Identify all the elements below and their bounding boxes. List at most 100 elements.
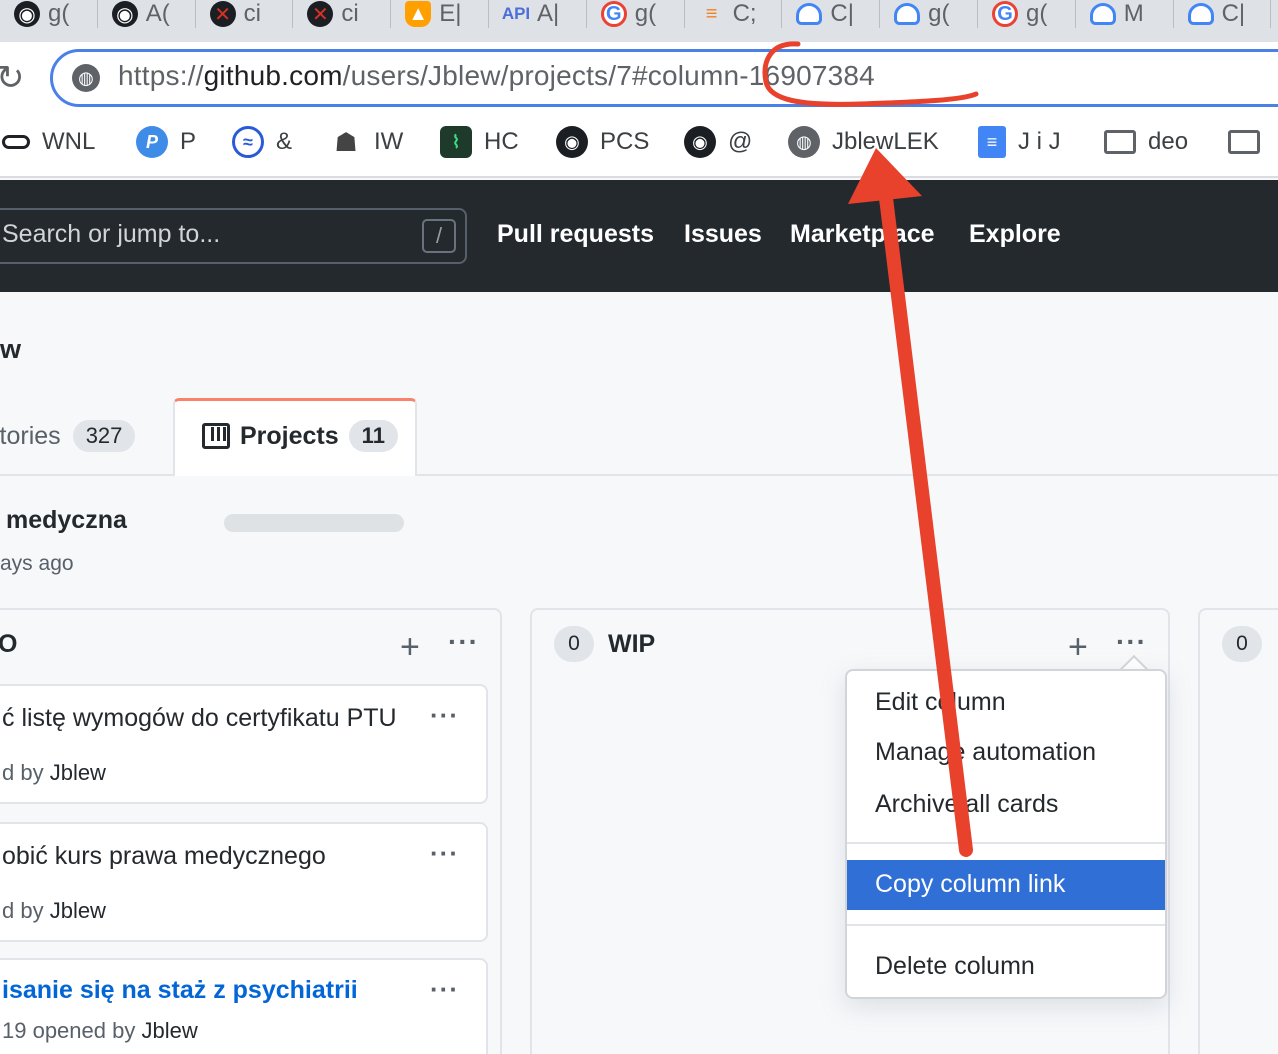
- profile-owner-name: w: [0, 334, 22, 364]
- menu-item-manage-automation[interactable]: Manage automation: [875, 738, 1096, 767]
- browser-tab[interactable]: ◉ g(: [0, 0, 98, 28]
- tab-label: Projects: [240, 421, 339, 450]
- browser-tab[interactable]: Gg(: [587, 0, 685, 28]
- add-card-button[interactable]: +: [400, 630, 420, 664]
- card-author[interactable]: Jblew: [141, 1018, 197, 1043]
- bookmark-label: HC: [484, 128, 519, 155]
- bookmark-label: deo: [1148, 128, 1189, 155]
- menu-item-copy-column-link[interactable]: Copy column link: [875, 870, 1065, 899]
- bookmark[interactable]: deo: [1104, 124, 1188, 160]
- bookmark[interactable]: ◉ @: [684, 124, 752, 160]
- project-board-icon: [202, 423, 230, 449]
- bookmark[interactable]: ☗ IW: [330, 124, 403, 160]
- site-info-icon[interactable]: ◍: [72, 64, 100, 92]
- reload-icon[interactable]: ↻: [0, 58, 25, 98]
- nav-marketplace[interactable]: Marketplace: [790, 220, 935, 249]
- project-progress-bar: [224, 514, 404, 532]
- card-meta-prefix: d by: [2, 760, 50, 785]
- github-error-icon: ✕: [209, 1, 236, 27]
- folder-icon: [1104, 130, 1136, 154]
- project-card[interactable]: obić kurs prawa medycznego ··· d by Jble…: [0, 822, 488, 942]
- bookmark-label: WNL: [42, 128, 96, 155]
- card-meta-prefix: 19 opened by: [2, 1018, 142, 1043]
- bookmark-label: J i J: [1018, 128, 1061, 155]
- card-menu-button[interactable]: ···: [430, 840, 459, 866]
- nav-issues[interactable]: Issues: [684, 220, 762, 249]
- project-card[interactable]: isanie się na staż z psychiatrii ··· 19 …: [0, 958, 488, 1054]
- tab-label: itories: [0, 421, 61, 450]
- bookmark[interactable]: ◍ JblewLEK: [788, 124, 939, 160]
- nav-pull-requests[interactable]: Pull requests: [497, 220, 654, 249]
- tab-label: C|: [830, 0, 854, 27]
- browser-tab[interactable]: ✕ ci: [293, 0, 392, 28]
- menu-item-delete-column[interactable]: Delete column: [875, 952, 1035, 981]
- tab-label: M: [1123, 0, 1144, 27]
- card-title: ć listę wymogów do certyfikatu PTU: [2, 704, 397, 732]
- tab-label: ci: [243, 0, 261, 27]
- browser-tab[interactable]: API A|: [489, 0, 587, 28]
- bookmark[interactable]: ≡ J i J: [978, 124, 1061, 160]
- globe-icon: ◍: [788, 126, 820, 158]
- pulse-icon: ⌇: [440, 126, 472, 158]
- google-cloud-icon: .: [894, 3, 921, 25]
- card-issue-link[interactable]: isanie się na staż z psychiatrii: [2, 976, 358, 1005]
- tab-label: E|: [439, 0, 462, 27]
- card-author[interactable]: Jblew: [50, 760, 106, 785]
- menu-item-archive-all-cards[interactable]: Archive all cards: [875, 790, 1058, 819]
- card-author[interactable]: Jblew: [50, 898, 106, 923]
- card-menu-button[interactable]: ···: [430, 976, 459, 1002]
- browser-tab-strip: ◉ g( ◉ A( ✕ ci ✕ ci ▲ E| API A| Gg( ≡ C; . C| . g…: [0, 0, 1278, 42]
- bookmark[interactable]: ≈ &: [232, 124, 292, 160]
- browser-tab[interactable]: Gg(: [978, 0, 1076, 28]
- menu-item-edit-column[interactable]: Edit column: [875, 688, 1006, 717]
- github-icon: ◉: [111, 1, 138, 27]
- column-menu-button[interactable]: ···: [448, 628, 479, 656]
- project-title[interactable]: medyczna: [6, 506, 127, 535]
- tab-label: g(: [928, 0, 950, 27]
- card-title: obić kurs prawa medycznego: [2, 842, 326, 870]
- url-host: github.com: [203, 60, 343, 91]
- card-menu-button[interactable]: ···: [430, 702, 459, 728]
- github-icon: ◉: [14, 1, 40, 27]
- bookmark[interactable]: PP: [136, 124, 196, 160]
- browser-tab[interactable]: ▲ E|: [391, 0, 489, 28]
- browser-tab[interactable]: . C|: [782, 0, 881, 28]
- column-card-count: 0: [1222, 626, 1262, 662]
- nav-explore[interactable]: Explore: [969, 220, 1061, 249]
- column-name: O: [0, 630, 18, 658]
- browser-tab[interactable]: ◉ A(: [98, 0, 196, 28]
- tab-counter: 327: [72, 420, 136, 452]
- menu-divider: [847, 924, 1165, 926]
- card-meta-prefix: d by: [2, 898, 50, 923]
- browser-tab[interactable]: .M: [1076, 0, 1174, 28]
- tab-repositories[interactable]: itories 327: [0, 420, 136, 452]
- google-icon: G: [600, 1, 627, 27]
- browser-tab[interactable]: . g(: [880, 0, 978, 28]
- toggle-icon: [2, 135, 30, 149]
- docs-icon: ≡: [978, 126, 1006, 158]
- column-dropdown-menu: [845, 669, 1167, 999]
- bookmark[interactable]: ⌇ HC: [440, 124, 519, 160]
- search-shortcut-key: /: [422, 219, 456, 253]
- bookmark[interactable]: ◉ PCS: [556, 124, 649, 160]
- column-name: WIP: [608, 630, 656, 658]
- github-icon: ◉: [556, 126, 588, 158]
- browser-tab[interactable]: ✕ ci: [196, 0, 294, 28]
- project-card[interactable]: ć listę wymogów do certyfikatu PTU ··· d…: [0, 684, 488, 804]
- add-card-button[interactable]: +: [1068, 630, 1088, 664]
- url-text[interactable]: https://github.com/users/Jblew/projects/…: [118, 60, 875, 92]
- card-meta: d by Jblew: [2, 898, 106, 924]
- column-menu-button[interactable]: ···: [1116, 628, 1147, 656]
- google-cloud-icon: .: [1187, 3, 1214, 25]
- bookmark-label: @: [728, 128, 753, 155]
- browser-tab[interactable]: ≡ C;: [685, 0, 783, 28]
- browser-tab[interactable]: . C|: [1174, 0, 1272, 28]
- wave-icon: ≈: [232, 126, 264, 158]
- bookmark[interactable]: WNL: [2, 124, 95, 160]
- tab-label: C|: [1221, 0, 1246, 27]
- bookmark-label: PCS: [600, 128, 650, 155]
- project-column: O + ··· ć listę wymogów do certyfikatu P…: [0, 608, 502, 1054]
- card-meta: 19 opened by Jblew: [2, 1018, 198, 1044]
- bookmark[interactable]: [1228, 124, 1272, 160]
- tab-label: g(: [634, 0, 657, 27]
